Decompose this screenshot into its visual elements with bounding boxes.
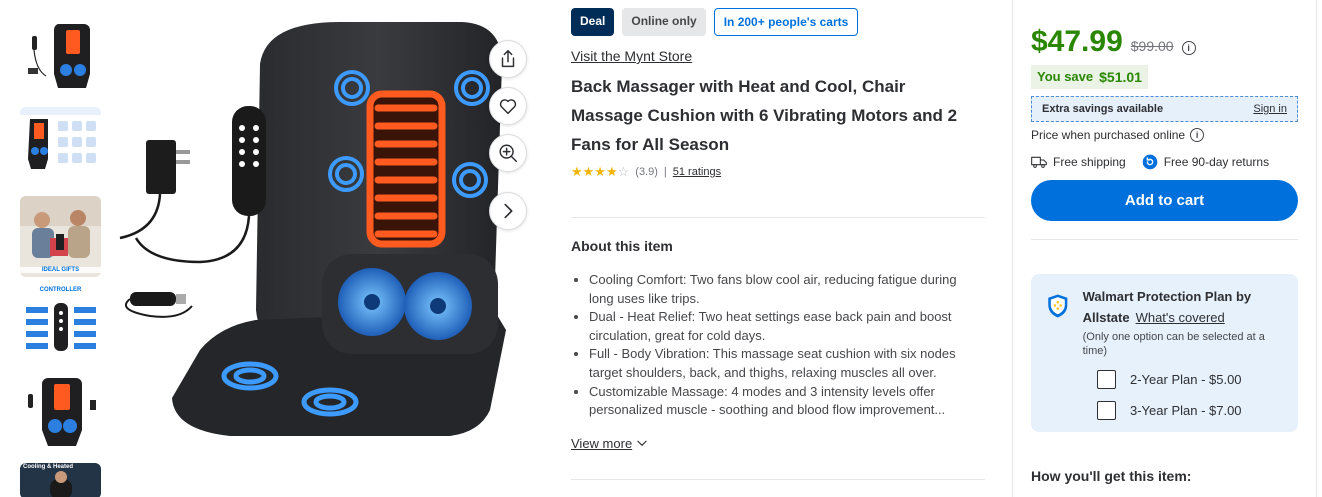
fulfillment-row: Free shipping Free 90-day returns: [1031, 154, 1298, 170]
about-bullets: Cooling Comfort: Two fans blow cool air,…: [571, 271, 971, 420]
thumbnail-3[interactable]: IDEAL GIFTS: [20, 196, 101, 277]
thumbnail-strip: IDEAL GIFTS CONTROLLER Cooling & Heated: [20, 18, 102, 497]
info-icon[interactable]: i: [1190, 128, 1205, 142]
add-to-cart-button[interactable]: Add to cart: [1031, 180, 1298, 221]
view-more-label: View more: [571, 435, 633, 451]
rating-row: ★★★★☆ (3.9) | 51 ratings: [571, 164, 991, 180]
current-price: $47.99: [1031, 25, 1123, 58]
info-icon[interactable]: i: [1181, 41, 1196, 55]
about-bullet: Full - Body Vibration: This massage seat…: [589, 345, 971, 382]
view-more-link[interactable]: View more: [571, 436, 649, 451]
whats-covered-link[interactable]: What's covered: [1136, 310, 1225, 325]
shipping-label: Free shipping: [1053, 155, 1126, 169]
product-title: Back Massager with Heat and Cool, Chair …: [571, 77, 958, 154]
price-row: $47.99 $99.00 i: [1031, 25, 1298, 59]
savings-value: $51.01: [1099, 69, 1142, 85]
savings-label: You save: [1037, 69, 1094, 84]
about-bullet: Cooling Comfort: Two fans blow cool air,…: [589, 271, 971, 308]
badge-row: Deal Online only In 200+ people's carts: [571, 8, 991, 36]
shipping-info: Free shipping: [1031, 155, 1126, 169]
thumbnail-6[interactable]: Cooling & Heated: [20, 463, 101, 497]
star-rating: ★★★★☆: [571, 164, 630, 179]
product-details: Deal Online only In 200+ people's carts …: [571, 8, 991, 480]
thumbnail-1[interactable]: [20, 18, 101, 99]
share-icon: [501, 50, 515, 68]
online-only-badge: Online only: [622, 8, 706, 36]
share-button[interactable]: [489, 40, 527, 78]
protection-text: Walmart Protection Plan by Allstate What'…: [1083, 286, 1282, 358]
about-bullet: Customizable Massage: 4 modes and 3 inte…: [589, 383, 971, 420]
price-note-text: Price when purchased online: [1031, 128, 1186, 142]
protection-title: Walmart Protection Plan by Allstate What'…: [1083, 286, 1282, 328]
rating-value: (3.9): [635, 166, 658, 178]
about-heading: About this item: [571, 238, 673, 254]
plan-label: 3-Year Plan - $7.00: [1130, 403, 1242, 418]
thumbnail-2[interactable]: [20, 107, 101, 188]
plan-checkbox[interactable]: [1097, 370, 1116, 389]
protection-header: Walmart Protection Plan by Allstate What'…: [1047, 286, 1282, 358]
zoom-button[interactable]: [489, 134, 527, 172]
rating-separator: |: [663, 166, 667, 178]
carts-badge: In 200+ people's carts: [713, 8, 859, 36]
plan-option-3-year[interactable]: 3-Year Plan - $7.00: [1097, 401, 1282, 420]
extra-savings-text: Extra savings available: [1042, 103, 1164, 115]
plan-label: 2-Year Plan - $5.00: [1130, 372, 1242, 387]
shield-icon: [1048, 294, 1068, 318]
protection-plan-card: Walmart Protection Plan by Allstate What'…: [1031, 274, 1298, 432]
plan-checkbox[interactable]: [1097, 401, 1116, 420]
sign-in-link[interactable]: Sign in: [1253, 103, 1287, 115]
returns-icon: [1142, 154, 1158, 170]
deal-badge: Deal: [571, 8, 615, 36]
plan-option-2-year[interactable]: 2-Year Plan - $5.00: [1097, 370, 1282, 389]
zoom-in-icon: [499, 144, 517, 162]
chevron-down-icon: [637, 440, 647, 447]
delivery-heading: How you'll get this item:: [1031, 468, 1192, 484]
price-note: Price when purchased online i: [1031, 128, 1298, 142]
truck-icon: [1031, 156, 1047, 168]
buy-box: $47.99 $99.00 i You save $51.01 Extra sa…: [1012, 0, 1317, 497]
divider: [1031, 239, 1298, 240]
about-section: About this item Cooling Comfort: Two fan…: [571, 217, 991, 480]
store-link[interactable]: Visit the Mynt Store: [571, 48, 692, 64]
favorite-button[interactable]: [489, 87, 527, 125]
thumbnail-caption: Cooling & Heated: [23, 464, 74, 470]
was-price: $99.00: [1130, 38, 1174, 54]
extra-savings-banner: Extra savings available Sign in: [1031, 96, 1298, 122]
thumbnail-4[interactable]: CONTROLLER: [20, 285, 101, 366]
thumbnail-caption: CONTROLLER: [20, 287, 101, 293]
chevron-right-icon: [504, 203, 513, 219]
divider: [571, 478, 985, 480]
divider: [571, 217, 985, 218]
protection-note: (Only one option can be selected at a ti…: [1082, 331, 1265, 357]
main-product-image: [110, 0, 546, 452]
thumbnail-5[interactable]: [20, 374, 101, 455]
thumbnail-caption: IDEAL GIFTS: [20, 267, 101, 273]
ratings-count-link[interactable]: 51 ratings: [673, 166, 721, 178]
returns-label: Free 90-day returns: [1163, 155, 1270, 169]
heart-icon: [499, 99, 517, 115]
next-image-button[interactable]: [489, 192, 527, 230]
about-bullet: Dual - Heat Relief: Two heat settings ea…: [589, 308, 971, 345]
savings-badge: You save $51.01: [1031, 65, 1148, 89]
returns-info: Free 90-day returns: [1142, 154, 1269, 170]
